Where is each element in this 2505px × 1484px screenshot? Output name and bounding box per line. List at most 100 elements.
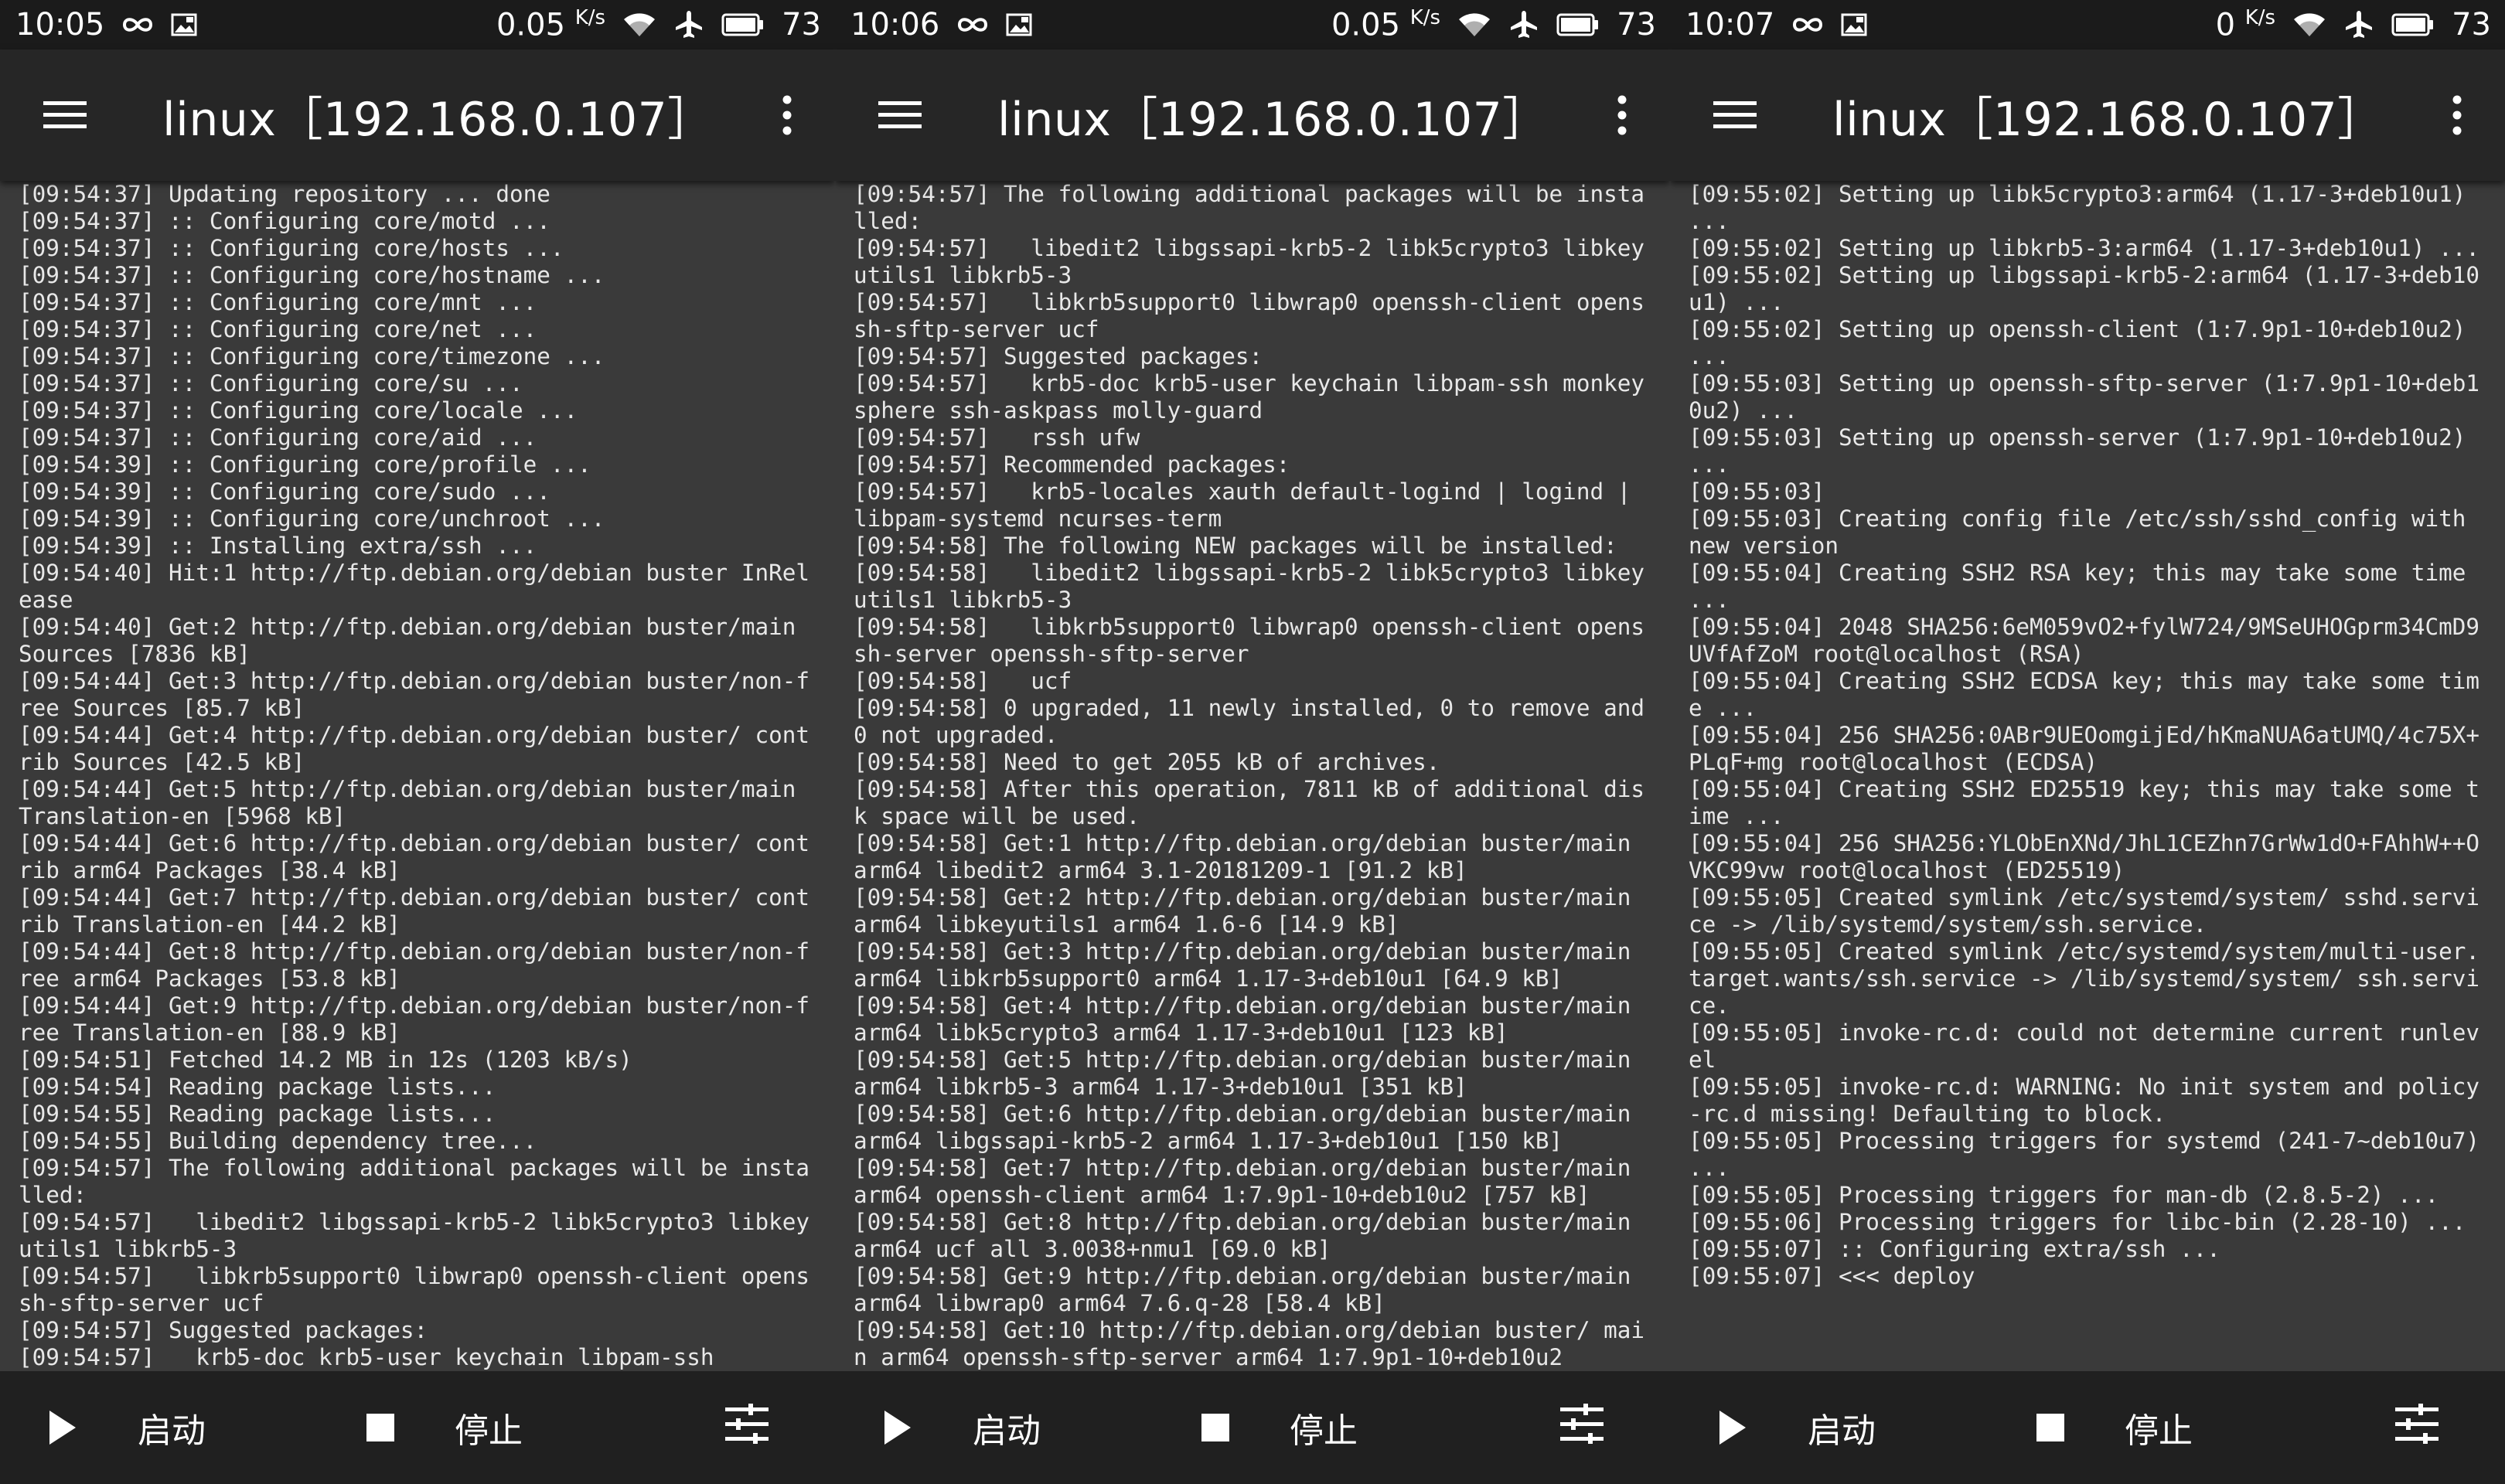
app-title: linux［192.168.0.107］ (1832, 92, 2384, 147)
wifi-icon (1457, 12, 1491, 38)
image-notification-icon (1841, 13, 1867, 36)
app-bar: linux［192.168.0.107］ (0, 49, 835, 181)
battery-level: 73 (782, 6, 821, 43)
log-line: [09:55:03] Creating config file /etc/ssh… (1689, 505, 2480, 559)
log-line: [09:54:58] Get:10 http://ftp.debian.org/… (854, 1317, 1645, 1370)
more-options-icon[interactable] (2434, 83, 2480, 148)
log-line: [09:54:44] Get:9 http://ftp.debian.org/d… (19, 992, 810, 1046)
app-bar: linux［192.168.0.107］ (1670, 49, 2505, 181)
log-line: [09:54:37] :: Configuring core/hosts ... (19, 235, 564, 261)
log-line: [09:55:06] Processing triggers for libc-… (1689, 1209, 2466, 1235)
log-line: [09:54:51] Fetched 14.2 MB in 12s (1203 … (19, 1047, 632, 1073)
infinity-icon (955, 15, 990, 35)
terminal-log[interactable]: [09:55:02] Setting up libk5crypto3:arm64… (1670, 181, 2505, 1371)
infinity-icon (120, 15, 155, 35)
play-icon (1719, 1411, 1746, 1445)
log-line: [09:54:58] The following NEW packages wi… (854, 533, 1617, 559)
log-line: [09:54:58] Get:3 http://ftp.debian.org/d… (854, 938, 1645, 992)
network-speed: 0.05 K/s (496, 6, 606, 43)
start-button[interactable]: 启动 (1719, 1389, 1876, 1466)
log-line: [09:54:37] :: Configuring core/timezone … (19, 343, 605, 369)
log-line: [09:54:57] libedit2 libgssapi-krb5-2 lib… (854, 235, 1645, 288)
log-line: [09:54:37] Updating repository ... done (19, 181, 550, 207)
menu-icon[interactable] (1702, 83, 1767, 148)
terminal-log[interactable]: [09:54:57] The following additional pack… (835, 181, 1670, 1371)
battery-level: 73 (2452, 6, 2491, 43)
log-line: [09:55:04] 256 SHA256:0ABr9UEOomgijEd/hK… (1689, 722, 2480, 775)
log-line: [09:54:57] krb5-locales xauth default-lo… (854, 478, 1645, 532)
log-line: [09:54:37] :: Configuring core/motd ... (19, 208, 550, 234)
phone-screen: 10:05 0.05 K/s 73 linux［192.168.0.107］ [… (0, 0, 835, 1484)
menu-icon[interactable] (32, 83, 97, 148)
log-line: [09:54:57] krb5-doc krb5-user keychain l… (19, 1344, 714, 1370)
battery-icon (721, 13, 765, 36)
log-line: [09:54:57] libkrb5support0 libwrap0 open… (19, 1263, 810, 1316)
log-line: [09:55:03] (1689, 478, 1825, 505)
log-line: [09:55:02] Setting up openssh-client (1:… (1689, 316, 2480, 369)
stop-button[interactable]: 停止 (2036, 1389, 2193, 1466)
log-line: [09:55:03] Setting up openssh-sftp-serve… (1689, 370, 2480, 424)
start-label: 启动 (1808, 1411, 1876, 1451)
settings-button[interactable] (725, 1389, 769, 1466)
settings-button[interactable] (1560, 1389, 1604, 1466)
log-line: [09:54:58] ucf (854, 668, 1072, 694)
status-bar: 10:06 0.05 K/s 73 (835, 0, 1670, 49)
bottom-toolbar: 启动 停止 (1670, 1371, 2505, 1484)
stop-label: 停止 (1290, 1411, 1358, 1451)
log-line: [09:54:57] The following additional pack… (854, 181, 1645, 234)
log-line: [09:55:02] Setting up libgssapi-krb5-2:a… (1689, 262, 2480, 315)
log-line: [09:54:39] :: Installing extra/ssh ... (19, 533, 537, 559)
start-button[interactable]: 启动 (884, 1389, 1041, 1466)
log-line: [09:55:07] <<< deploy (1689, 1263, 1975, 1289)
settings-button[interactable] (2395, 1389, 2439, 1466)
network-speed: 0.05 K/s (1331, 6, 1441, 43)
log-line: [09:55:04] 2048 SHA256:6eM059vO2+fylW724… (1689, 614, 2480, 667)
terminal-log[interactable]: [09:54:37] Updating repository ... done[… (0, 181, 835, 1371)
stop-icon (1201, 1414, 1229, 1441)
sliders-icon (725, 1403, 769, 1452)
log-line: [09:54:58] Get:5 http://ftp.debian.org/d… (854, 1047, 1645, 1100)
log-line: [09:54:37] :: Configuring core/locale ..… (19, 397, 578, 424)
status-time: 10:05 (15, 7, 105, 43)
more-options-icon[interactable] (764, 83, 810, 148)
log-line: [09:54:58] Get:4 http://ftp.debian.org/d… (854, 992, 1645, 1046)
log-line: [09:54:37] :: Configuring core/su ... (19, 370, 523, 397)
log-line: [09:54:39] :: Configuring core/profile .… (19, 451, 591, 478)
log-line: [09:55:05] Processing triggers for man-d… (1689, 1182, 2439, 1208)
log-line: [09:54:57] Recommended packages: (854, 451, 1290, 478)
log-line: [09:54:37] :: Configuring core/net ... (19, 316, 537, 342)
log-line: [09:54:44] Get:8 http://ftp.debian.org/d… (19, 938, 810, 992)
log-line: [09:54:58] Get:7 http://ftp.debian.org/d… (854, 1155, 1645, 1208)
stop-icon (2036, 1414, 2064, 1441)
more-options-icon[interactable] (1599, 83, 1645, 148)
log-line: [09:54:58] Get:6 http://ftp.debian.org/d… (854, 1101, 1645, 1154)
stop-icon (366, 1414, 394, 1441)
log-line: [09:55:02] Setting up libkrb5-3:arm64 (1… (1689, 235, 2480, 261)
log-line: [09:55:05] Created symlink /etc/systemd/… (1689, 884, 2480, 938)
stop-button[interactable]: 停止 (366, 1389, 523, 1466)
log-line: [09:54:40] Hit:1 http://ftp.debian.org/d… (19, 560, 810, 613)
log-line: [09:54:40] Get:2 http://ftp.debian.org/d… (19, 614, 810, 667)
log-line: [09:54:57] libedit2 libgssapi-krb5-2 lib… (19, 1209, 810, 1262)
menu-icon[interactable] (867, 83, 932, 148)
app-title: linux［192.168.0.107］ (997, 92, 1549, 147)
log-line: [09:54:58] libedit2 libgssapi-krb5-2 lib… (854, 560, 1645, 613)
log-line: [09:54:44] Get:4 http://ftp.debian.org/d… (19, 722, 810, 775)
play-icon (884, 1411, 911, 1445)
airplane-mode-icon (673, 9, 704, 40)
log-line: [09:54:37] :: Configuring core/hostname … (19, 262, 605, 288)
log-line: [09:54:57] Suggested packages: (19, 1317, 428, 1343)
battery-level: 73 (1617, 6, 1656, 43)
bottom-toolbar: 启动 停止 (0, 1371, 835, 1484)
start-button[interactable]: 启动 (49, 1389, 206, 1466)
log-line: [09:54:58] Get:2 http://ftp.debian.org/d… (854, 884, 1645, 938)
start-label: 启动 (138, 1411, 206, 1451)
log-line: [09:54:57] The following additional pack… (19, 1155, 810, 1208)
log-line: [09:54:57] libkrb5support0 libwrap0 open… (854, 289, 1645, 342)
stop-label: 停止 (2125, 1411, 2193, 1451)
stop-button[interactable]: 停止 (1201, 1389, 1358, 1466)
log-line: [09:55:05] invoke-rc.d: could not determ… (1689, 1019, 2480, 1073)
log-line: [09:54:39] :: Configuring core/unchroot … (19, 505, 605, 532)
log-line: [09:55:04] Creating SSH2 RSA key; this m… (1689, 560, 2480, 613)
log-line: [09:55:05] invoke-rc.d: WARNING: No init… (1689, 1074, 2480, 1127)
